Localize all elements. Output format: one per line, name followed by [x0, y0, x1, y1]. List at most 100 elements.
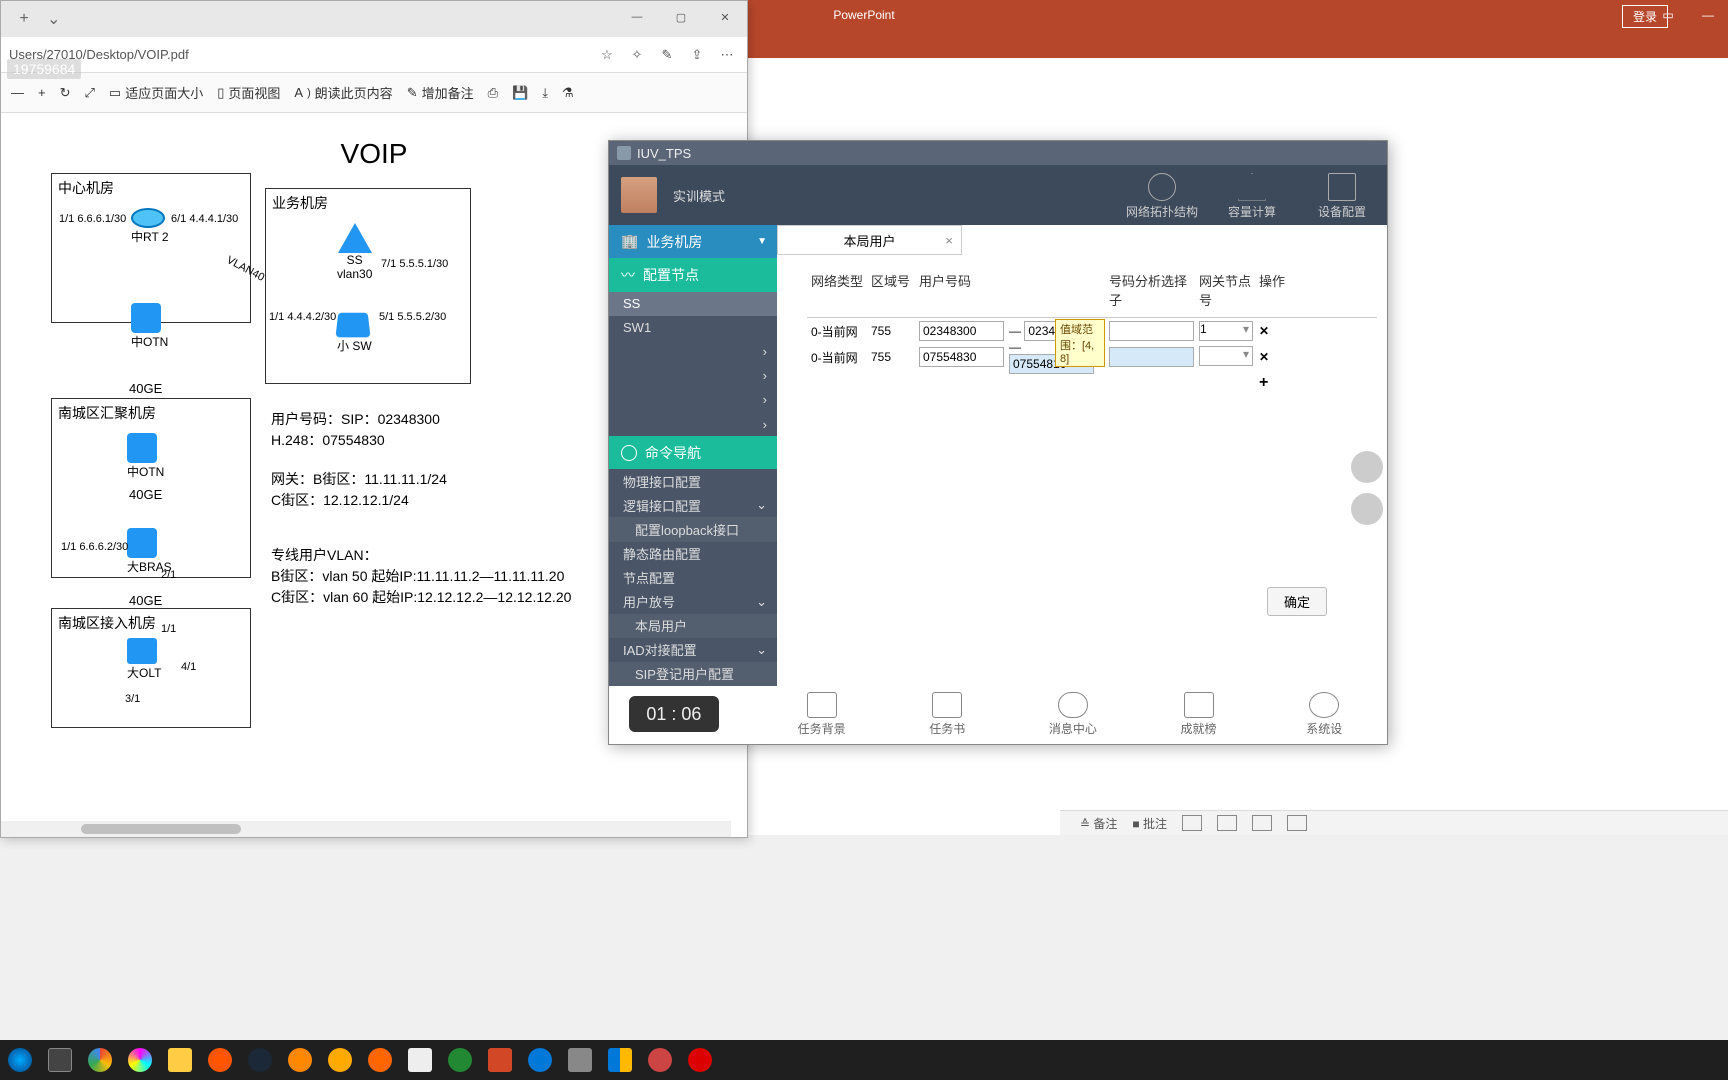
iuv-button[interactable]: [560, 1040, 600, 1080]
url-text[interactable]: Users/27010/Desktop/VOIP.pdf: [9, 47, 589, 62]
ppt-comments-button[interactable]: ■ 批注: [1132, 815, 1167, 832]
tab-close-icon[interactable]: ×: [945, 233, 953, 248]
page-view-button[interactable]: ▯ 页面视图: [217, 83, 280, 102]
num-from-input[interactable]: [919, 321, 1004, 341]
powerpoint-button[interactable]: [480, 1040, 520, 1080]
menu-node[interactable]: 节点配置: [609, 566, 777, 590]
device-config-button[interactable]: 设备配置: [1297, 171, 1387, 220]
avatar[interactable]: [621, 177, 657, 213]
reading-view-icon[interactable]: [1252, 815, 1272, 831]
iuv-titlebar[interactable]: IUV_TPS: [609, 141, 1387, 165]
menu-loopback[interactable]: 配置loopback接口: [609, 517, 777, 541]
app-button-3[interactable]: [320, 1040, 360, 1080]
add-row-button[interactable]: +: [1259, 374, 1268, 391]
collections-icon[interactable]: ✧: [625, 43, 649, 67]
normal-view-icon[interactable]: [1182, 815, 1202, 831]
calendar-icon: [807, 692, 837, 718]
ppt-ribbon-opts-icon[interactable]: ▭: [1648, 0, 1688, 30]
empty-slot-1[interactable]: [609, 340, 777, 364]
new-tab-button[interactable]: +: [9, 5, 39, 33]
chrome-button[interactable]: [80, 1040, 120, 1080]
gateway-select[interactable]: 1: [1199, 321, 1253, 341]
menu-iad[interactable]: IAD对接配置: [609, 638, 777, 662]
scrollbar-thumb[interactable]: [81, 824, 241, 834]
app-button-4[interactable]: [360, 1040, 400, 1080]
minimize-button[interactable]: —: [615, 1, 659, 33]
close-button[interactable]: ✕: [703, 1, 747, 33]
port-1-1d: 1/1: [161, 623, 176, 635]
task-bg-button[interactable]: 任务背景: [759, 692, 885, 737]
globe-tool-icon[interactable]: [1351, 451, 1383, 483]
printer-tool-icon[interactable]: [1351, 493, 1383, 525]
saveas-button[interactable]: ⤓: [542, 85, 548, 101]
ppt-minimize-icon[interactable]: —: [1688, 0, 1728, 30]
start-button[interactable]: [0, 1040, 40, 1080]
achievements-button[interactable]: 成就榜: [1136, 692, 1262, 737]
location-selector[interactable]: 🏢 业务机房: [609, 225, 777, 258]
security-button[interactable]: [600, 1040, 640, 1080]
app-button-2[interactable]: [200, 1040, 240, 1080]
sorter-view-icon[interactable]: [1217, 815, 1237, 831]
node-sw: 小 SW: [337, 311, 372, 354]
gateway-select[interactable]: [1199, 346, 1253, 366]
message-center-button[interactable]: 消息中心: [1010, 692, 1136, 737]
tab-dropdown-icon[interactable]: ⌄: [47, 9, 60, 29]
menu-phys[interactable]: 物理接口配置: [609, 469, 777, 493]
empty-slot-2[interactable]: [609, 364, 777, 388]
empty-slot-4[interactable]: [609, 412, 777, 436]
tab-local-user[interactable]: 本局用户 ×: [777, 225, 962, 255]
edge-button[interactable]: [520, 1040, 560, 1080]
expand-button[interactable]: ⤢: [85, 85, 95, 101]
port-3-1: 3/1: [125, 693, 140, 705]
menu-static[interactable]: 静态路由配置: [609, 542, 777, 566]
ok-button[interactable]: 确定: [1267, 587, 1327, 616]
annotate-button[interactable]: ✎ 增加备注: [407, 83, 474, 102]
steam-button[interactable]: [240, 1040, 280, 1080]
taskview-button[interactable]: [40, 1040, 80, 1080]
taskview-icon: [48, 1048, 72, 1072]
iuv-sidebar: 🏢 业务机房 〰 配置节点 SS SW1 命令导航 物理接口配置 逻辑接口配置 …: [609, 225, 777, 686]
capacity-button[interactable]: 容量计算: [1207, 171, 1297, 220]
node-ss[interactable]: SS: [609, 292, 777, 316]
book-label: 任务书: [884, 720, 1010, 737]
slideshow-view-icon[interactable]: [1287, 815, 1307, 831]
menu-local-user[interactable]: 本局用户: [609, 614, 777, 638]
horizontal-scrollbar[interactable]: [1, 821, 731, 837]
paint-button[interactable]: [400, 1040, 440, 1080]
netease-button[interactable]: [680, 1040, 720, 1080]
system-button[interactable]: 系统设: [1261, 692, 1387, 737]
search-button[interactable]: [280, 1040, 320, 1080]
rotate-button[interactable]: ↻: [60, 85, 71, 101]
timer-value: 01 : 06: [646, 704, 701, 725]
analyzer-input[interactable]: [1109, 321, 1194, 341]
app-button-5[interactable]: [440, 1040, 480, 1080]
topology-button[interactable]: 网络拓扑结构: [1117, 171, 1207, 220]
app-button-1[interactable]: [120, 1040, 160, 1080]
fit-page-button[interactable]: ▭ 适应页面大小: [109, 83, 203, 102]
zoom-in-button[interactable]: +: [38, 85, 46, 100]
zoom-out-button[interactable]: —: [11, 85, 24, 100]
read-aloud-button[interactable]: A) 朗读此页内容: [294, 83, 392, 102]
ink-icon[interactable]: ✎: [655, 43, 679, 67]
app-button-6[interactable]: [640, 1040, 680, 1080]
more-icon[interactable]: ⋯: [715, 43, 739, 67]
iuv-main: 本局用户 × 网络类型 区域号 用户号码 号码分析选择子 网关节点号 操作 0-…: [777, 225, 1387, 686]
tools-button[interactable]: ⚗: [562, 85, 574, 101]
num-from-input[interactable]: [919, 347, 1004, 367]
explorer-button[interactable]: [160, 1040, 200, 1080]
share-icon[interactable]: ⇪: [685, 43, 709, 67]
delete-row-button[interactable]: ✕: [1259, 350, 1269, 364]
menu-logic[interactable]: 逻辑接口配置: [609, 493, 777, 517]
analyzer-input[interactable]: [1109, 347, 1194, 367]
node-sw1[interactable]: SW1: [609, 316, 777, 340]
task-book-button[interactable]: 任务书: [884, 692, 1010, 737]
menu-user[interactable]: 用户放号: [609, 590, 777, 614]
save-button[interactable]: 💾: [512, 85, 528, 101]
maximize-button[interactable]: ▢: [659, 1, 703, 33]
menu-sip[interactable]: SIP登记用户配置: [609, 662, 777, 686]
delete-row-button[interactable]: ✕: [1259, 324, 1269, 338]
ppt-notes-button[interactable]: ≙ 备注: [1080, 815, 1117, 832]
print-button[interactable]: ⎙: [488, 85, 498, 101]
favorite-icon[interactable]: ☆: [595, 43, 619, 67]
empty-slot-3[interactable]: [609, 388, 777, 412]
